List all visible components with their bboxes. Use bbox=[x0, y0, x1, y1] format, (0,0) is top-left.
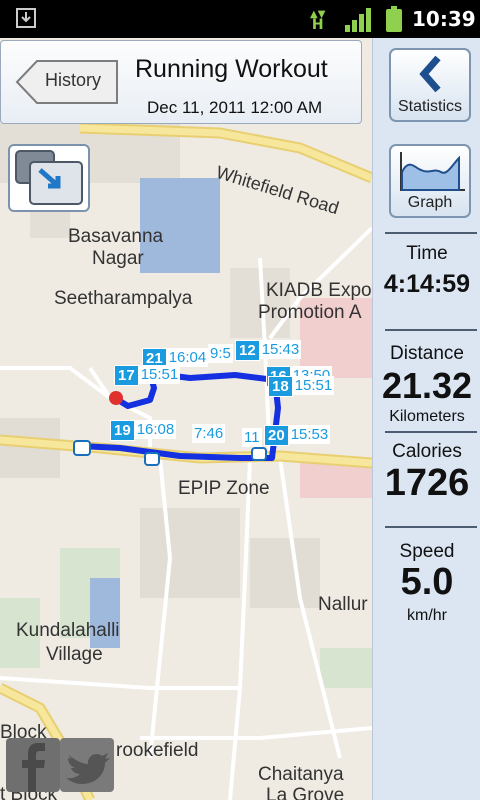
graph-label: Graph bbox=[407, 194, 453, 211]
map-label-chaitanya: Chaitanya bbox=[258, 764, 344, 785]
calories-label: Calories bbox=[392, 441, 462, 462]
route-marker[interactable]: 7:46 bbox=[192, 424, 226, 446]
map-label-epip-zone: EPIP Zone bbox=[178, 478, 270, 499]
facebook-icon bbox=[22, 743, 45, 792]
distance-label: Distance bbox=[390, 343, 464, 364]
twitter-share-button[interactable] bbox=[60, 738, 114, 792]
map-label-kundalahalli: Kundalahalli bbox=[16, 620, 120, 641]
map-label-brookefield: rookefield bbox=[116, 740, 199, 761]
time-label: Time bbox=[406, 243, 448, 264]
speed-value: 5.0 bbox=[400, 561, 454, 603]
route-marker[interactable]: 20 15:53 bbox=[264, 425, 331, 447]
route-marker[interactable]: 11 bbox=[242, 428, 262, 450]
graph-button[interactable]: Graph bbox=[389, 144, 471, 218]
network-type-icon: ▲▼ H bbox=[310, 9, 326, 33]
stats-side-panel: Statistics Graph Time 4:14:59 Distance 2… bbox=[372, 38, 480, 800]
workout-date: Dec 11, 2011 12:00 AM bbox=[147, 98, 323, 117]
divider bbox=[385, 431, 477, 433]
divider bbox=[385, 329, 477, 331]
battery-icon bbox=[386, 6, 402, 32]
speed-label: Speed bbox=[399, 541, 455, 562]
map-label-village: Village bbox=[46, 644, 103, 665]
route-marker[interactable]: 17 15:51 bbox=[114, 365, 181, 387]
statistics-button[interactable]: Statistics bbox=[389, 48, 471, 122]
speed-unit: km/hr bbox=[407, 607, 447, 624]
distance-unit: Kilometers bbox=[389, 408, 465, 425]
map-label-nallur: Nallur bbox=[318, 594, 368, 615]
history-label: History bbox=[45, 70, 102, 90]
signal-icon bbox=[345, 8, 371, 32]
calories-value: 1726 bbox=[384, 462, 470, 504]
page-title: Running Workout bbox=[135, 55, 328, 83]
clock: 10:39 bbox=[412, 7, 476, 31]
facebook-share-button[interactable] bbox=[6, 738, 60, 792]
map-label-basavanna: Basavanna bbox=[68, 226, 164, 247]
workout-header: History Running Workout Dec 11, 2011 12:… bbox=[0, 40, 362, 124]
graph-icon bbox=[400, 152, 465, 191]
divider bbox=[385, 232, 477, 234]
map-label-kiadb: KIADB Expo bbox=[266, 280, 372, 301]
map-label-seetharampalya: Seetharampalya bbox=[54, 288, 193, 309]
map-view-toggle-button[interactable] bbox=[8, 144, 90, 212]
chevron-left-icon bbox=[419, 55, 441, 93]
time-value: 4:14:59 bbox=[383, 270, 471, 298]
collapse-view-icon bbox=[15, 150, 83, 205]
status-bar: ▲▼ H 10:39 bbox=[0, 0, 480, 38]
download-icon bbox=[16, 8, 36, 28]
route-marker[interactable]: 19 16:08 bbox=[110, 420, 177, 442]
start-point-icon bbox=[109, 391, 123, 405]
map-label-promotion: Promotion A bbox=[258, 302, 362, 323]
history-back-button[interactable]: History bbox=[15, 59, 119, 105]
distance-value: 21.32 bbox=[381, 365, 473, 406]
divider bbox=[385, 526, 477, 528]
route-marker[interactable]: 12 15:43 bbox=[235, 340, 302, 362]
statistics-label: Statistics bbox=[397, 98, 462, 115]
route-marker[interactable]: 9:5 bbox=[208, 344, 233, 366]
map-label-nagar: Nagar bbox=[92, 248, 144, 269]
twitter-icon bbox=[66, 753, 110, 784]
map-label-la-grove: La Grove bbox=[266, 785, 345, 800]
route-marker[interactable]: 18 15:51 bbox=[268, 376, 335, 398]
